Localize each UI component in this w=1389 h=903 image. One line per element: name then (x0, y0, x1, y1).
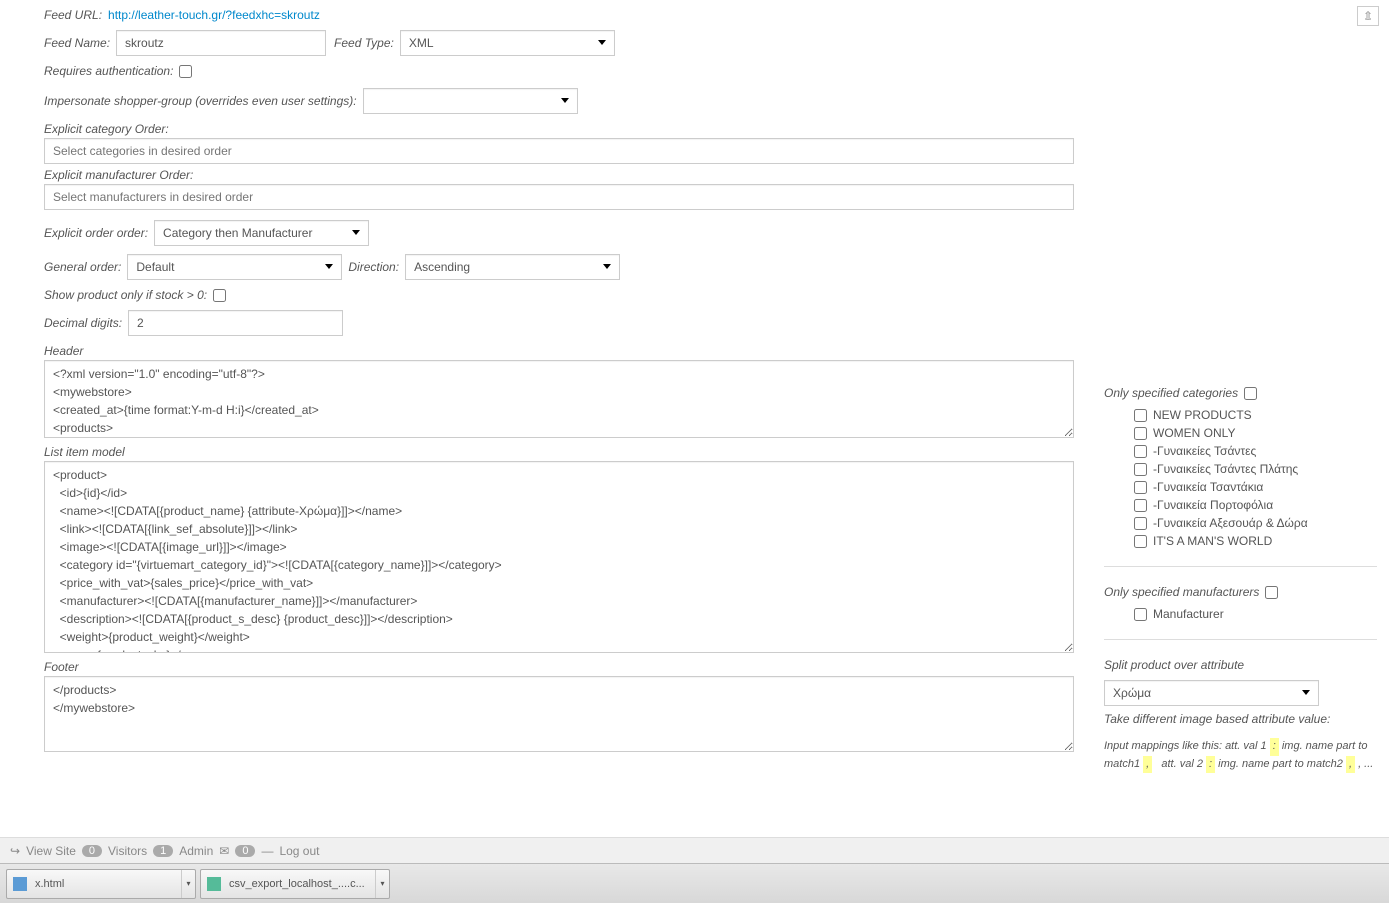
only-cats-checkbox[interactable] (1244, 387, 1257, 400)
category-checkbox[interactable] (1134, 481, 1147, 494)
status-bar: ↪ View Site 0 Visitors 1 Admin ✉ 0 — Log… (0, 837, 1389, 863)
only-cats-label: Only specified categories (1104, 386, 1238, 400)
mapping-mid3: img. name part to match2 (1218, 758, 1343, 770)
feed-type-label: Feed Type: (334, 36, 394, 50)
explicit-order-select[interactable]: Category then Manufacturer (154, 220, 369, 246)
mail-icon: ✉ (219, 844, 229, 858)
category-label: -Γυναικεία Αξεσουάρ & Δώρα (1153, 516, 1308, 530)
taskbar-item-1[interactable]: x.html ▾ (6, 869, 196, 899)
explicit-mfr-input[interactable] (44, 184, 1074, 210)
feed-type-select[interactable]: XML (400, 30, 615, 56)
visitors-label: Visitors (108, 844, 147, 858)
explicit-order-label: Explicit order order: (44, 226, 148, 240)
mapping-comma2: , (1346, 756, 1355, 774)
general-order-label: General order: (44, 260, 121, 274)
split-label: Split product over attribute (1104, 658, 1377, 672)
show-stock-checkbox[interactable] (213, 289, 226, 302)
html-file-icon (13, 877, 27, 891)
mapping-comma: , (1143, 756, 1152, 774)
feed-name-label: Feed Name: (44, 36, 110, 50)
list-item-label: List item model (44, 445, 1074, 459)
chevron-down-icon[interactable]: ▾ (181, 870, 195, 898)
dash-icon: — (261, 844, 273, 858)
explicit-mfr-label: Explicit manufacturer Order: (44, 168, 1074, 182)
admin-count: 1 (153, 845, 173, 857)
header-label: Header (44, 344, 1074, 358)
feed-url-link[interactable]: http://leather-touch.gr/?feedxhc=skroutz (108, 8, 320, 22)
only-mfr-label: Only specified manufacturers (1104, 585, 1259, 599)
impersonate-select[interactable] (363, 88, 578, 114)
show-stock-label: Show product only if stock > 0: (44, 288, 207, 302)
category-item: -Γυναικείες Τσάντες (1134, 444, 1377, 458)
split-select[interactable]: Χρώμα (1104, 680, 1319, 706)
manufacturer-checkbox[interactable] (1134, 608, 1147, 621)
category-item: -Γυναικείες Τσάντες Πλάτης (1134, 462, 1377, 476)
explicit-cat-input[interactable] (44, 138, 1074, 164)
category-checkbox[interactable] (1134, 535, 1147, 548)
mapping-dots: , ... (1358, 758, 1373, 770)
category-checkbox[interactable] (1134, 445, 1147, 458)
msg-count: 0 (235, 845, 255, 857)
category-label: -Γυναικείες Τσάντες Πλάτης (1153, 462, 1298, 476)
footer-textarea[interactable] (44, 676, 1074, 752)
category-checkbox[interactable] (1134, 499, 1147, 512)
take-img-label: Take different image based attribute val… (1104, 712, 1371, 726)
category-item: -Γυναικεία Τσαντάκια (1134, 480, 1377, 494)
feed-name-input[interactable] (116, 30, 326, 56)
decimal-input[interactable] (128, 310, 343, 336)
direction-select[interactable]: Ascending (405, 254, 620, 280)
only-mfr-checkbox[interactable] (1265, 586, 1278, 599)
manufacturer-label: Manufacturer (1153, 607, 1224, 621)
category-item: IT'S A MAN'S WORLD (1134, 534, 1377, 548)
visitors-count: 0 (82, 845, 102, 857)
chevron-down-icon[interactable]: ▾ (375, 870, 389, 898)
footer-label: Footer (44, 660, 1074, 674)
general-order-select[interactable]: Default (127, 254, 342, 280)
manufacturer-item: Manufacturer (1134, 607, 1377, 621)
category-checkbox[interactable] (1134, 427, 1147, 440)
category-item: -Γυναικεία Πορτοφόλια (1134, 498, 1377, 512)
decimal-label: Decimal digits: (44, 316, 122, 330)
mapping-colon: : (1270, 738, 1279, 756)
csv-file-icon (207, 877, 221, 891)
category-label: NEW PRODUCTS (1153, 408, 1252, 422)
list-item-textarea[interactable] (44, 461, 1074, 653)
direction-label: Direction: (348, 260, 399, 274)
category-item: WOMEN ONLY (1134, 426, 1377, 440)
category-label: WOMEN ONLY (1153, 426, 1235, 440)
category-item: -Γυναικεία Αξεσουάρ & Δώρα (1134, 516, 1377, 530)
mapping-mid2: att. val 2 (1161, 758, 1203, 770)
category-label: -Γυναικεία Πορτοφόλια (1153, 498, 1273, 512)
category-item: NEW PRODUCTS (1134, 408, 1377, 422)
category-checkbox[interactable] (1134, 409, 1147, 422)
anchor-icon[interactable]: ⇭ (1357, 6, 1379, 26)
impersonate-label: Impersonate shopper-group (overrides eve… (44, 94, 357, 108)
category-label: -Γυναικεία Τσαντάκια (1153, 480, 1263, 494)
mapping-pre: Input mappings like this: att. val 1 (1104, 740, 1267, 752)
category-label: IT'S A MAN'S WORLD (1153, 534, 1272, 548)
explicit-cat-label: Explicit category Order: (44, 122, 1074, 136)
category-checkbox[interactable] (1134, 463, 1147, 476)
view-site[interactable]: View Site (26, 844, 76, 858)
feed-url-label: Feed URL: (44, 8, 102, 22)
requires-auth-checkbox[interactable] (179, 65, 192, 78)
header-textarea[interactable] (44, 360, 1074, 438)
requires-auth-label: Requires authentication: (44, 64, 173, 78)
taskbar: x.html ▾ csv_export_localhost_....c... ▾ (0, 863, 1389, 903)
category-label: -Γυναικείες Τσάντες (1153, 444, 1256, 458)
share-icon: ↪ (10, 844, 20, 858)
mapping-colon2: : (1206, 756, 1215, 774)
category-checkbox[interactable] (1134, 517, 1147, 530)
admin-label: Admin (179, 844, 213, 858)
logout-link[interactable]: Log out (279, 844, 319, 858)
taskbar-item-2[interactable]: csv_export_localhost_....c... ▾ (200, 869, 390, 899)
